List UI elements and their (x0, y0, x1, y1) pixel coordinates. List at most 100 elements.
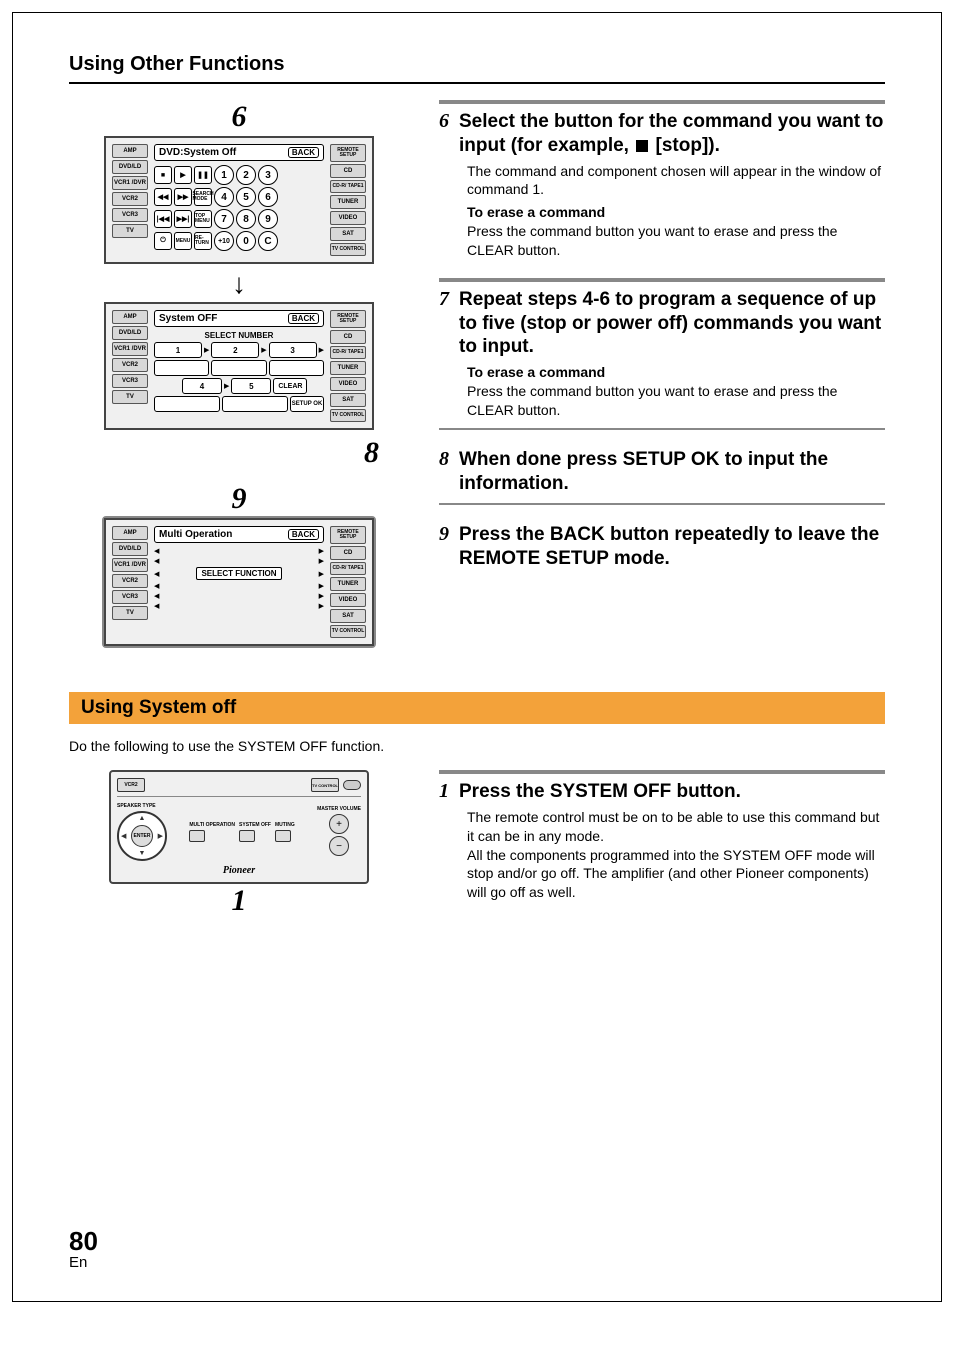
seq-slot: 5 (231, 378, 271, 394)
seq-slot (269, 360, 324, 376)
numpad-button: 6 (258, 187, 278, 207)
seq-slot (211, 360, 266, 376)
side-button: VCR1 /DVR (112, 558, 148, 572)
side-button: TV CONTROL (330, 243, 366, 256)
step-body-text: The command and component chosen will ap… (467, 162, 885, 200)
step-body-text: Press the command button you want to era… (467, 382, 885, 420)
side-button: VCR3 (112, 208, 148, 222)
step-body-text: The remote control must be on to be able… (467, 808, 885, 846)
side-button: DVD/LD (112, 160, 148, 174)
seq-slot (222, 396, 288, 412)
side-button: TV CONTROL (330, 409, 366, 422)
diagram-column-2: VCR2 TV CONTROL SPEAKER TYPE ▲ ▼ ◀ (69, 770, 409, 920)
dpad: ▲ ▼ ◀ ▶ ENTER (117, 811, 167, 861)
manual-page: Using Other Functions 6 AMP DVD/LD VCR1 … (12, 12, 942, 1302)
power-icon: ⏻ (154, 232, 172, 250)
seq-slot (154, 396, 220, 412)
lcd-title: System OFF (159, 313, 217, 324)
section-using-system-off: Using System off Do the following to use… (69, 692, 885, 920)
step-body-text: All the components programmed into the S… (467, 846, 885, 903)
brand-label: Pioneer (117, 865, 361, 876)
numpad-button: 8 (236, 209, 256, 229)
lcd-title: DVD:System Off (159, 147, 236, 158)
remote-bottom-diagram: VCR2 TV CONTROL SPEAKER TYPE ▲ ▼ ◀ (109, 770, 369, 884)
side-button: CD (330, 546, 366, 560)
side-button: VCR2 (112, 192, 148, 206)
side-button: VCR2 (112, 574, 148, 588)
side-button: VCR1 /DVR (112, 176, 148, 190)
top-menu-button: TOP MENU (194, 210, 212, 228)
callout-1: 1 (69, 884, 409, 918)
button-label: MULTI OPERATION (189, 823, 235, 828)
step-title: Press the SYSTEM OFF button. (459, 780, 741, 804)
step-9: 9 Press the BACK button repeatedly to le… (439, 523, 885, 571)
side-button: VIDEO (330, 211, 366, 225)
numpad-button: 7 (214, 209, 234, 229)
side-button: CD-R/ TAPE1 (330, 346, 366, 359)
lcd-title: Multi Operation (159, 529, 232, 540)
return-button: RE- TURN (194, 232, 212, 250)
step-number: 6 (439, 110, 449, 132)
step-title: Repeat steps 4-6 to program a sequence o… (459, 288, 885, 359)
arrow-right-icon (319, 602, 324, 610)
step-number: 1 (439, 780, 449, 802)
callout-9: 9 (69, 482, 409, 516)
numpad-button: 5 (236, 187, 256, 207)
menu-button: MENU (174, 232, 192, 250)
step-body-text: Press the command button you want to era… (467, 222, 885, 260)
dpad-left-icon: ◀ (121, 832, 126, 840)
remote-diagram-2: AMP DVD/LD VCR1 /DVR VCR2 VCR3 TV System… (104, 302, 374, 430)
system-off-button (239, 830, 255, 842)
side-button: VCR3 (112, 590, 148, 604)
dpad-enter: ENTER (131, 825, 153, 847)
arrow-down-icon: ↓ (69, 270, 409, 298)
side-button: SAT (330, 227, 366, 241)
seq-slot (154, 360, 209, 376)
lcd-screen: Multi Operation BACK (154, 526, 324, 543)
select-function-label: SELECT FUNCTION (196, 567, 281, 580)
dpad-down-icon: ▼ (139, 850, 146, 857)
page-number: 80 (69, 1228, 98, 1254)
step-8: 8 When done press SETUP OK to input the … (439, 448, 885, 506)
side-button: SAT (330, 393, 366, 407)
step-number: 9 (439, 523, 449, 545)
numpad-button: 9 (258, 209, 278, 229)
volume-down-button: − (329, 836, 349, 856)
step-subheading: To erase a command (467, 203, 885, 222)
back-button: BACK (288, 313, 319, 324)
side-button: VIDEO (330, 377, 366, 391)
arrow-right-icon (319, 592, 324, 600)
side-button: TUNER (330, 361, 366, 375)
side-button: AMP (112, 310, 148, 324)
page-language: En (69, 1254, 98, 1271)
volume-up-button: + (329, 814, 349, 834)
fastforward-icon: ▶▶ (174, 188, 192, 206)
step-title: Select the button for the command you wa… (459, 110, 885, 158)
step-6: 6 Select the button for the command you … (439, 100, 885, 260)
page-header: Using Other Functions (69, 53, 885, 84)
side-button: DVD/LD (112, 542, 148, 556)
arrow-right-icon (319, 547, 324, 555)
numpad-button: 2 (236, 165, 256, 185)
step-title: Press the BACK button repeatedly to leav… (459, 523, 885, 571)
lcd-screen: DVD:System Off BACK (154, 144, 324, 161)
next-icon: ▶▶| (174, 210, 192, 228)
select-number-label: SELECT NUMBER (154, 331, 324, 340)
dpad-up-icon: ▲ (139, 815, 146, 822)
clear-button: CLEAR (273, 378, 307, 394)
step-number: 8 (439, 448, 449, 470)
numpad-button: C (258, 231, 278, 251)
setup-ok-button: SETUP OK (290, 396, 324, 412)
search-mode-button: SEARCH MODE (194, 188, 212, 206)
dpad-right-icon: ▶ (158, 832, 163, 840)
rewind-icon: ◀◀ (154, 188, 172, 206)
back-button: BACK (288, 147, 319, 158)
side-button: AMP (112, 526, 148, 540)
remote-diagram-3: AMP DVD/LD VCR1 /DVR VCR2 VCR3 TV Multi … (104, 518, 374, 646)
side-button: VCR2 (112, 358, 148, 372)
side-button: TUNER (330, 195, 366, 209)
lcd-screen: System OFF BACK (154, 310, 324, 327)
numpad-button: 4 (214, 187, 234, 207)
callout-6: 6 (69, 100, 409, 134)
side-button: SAT (330, 609, 366, 623)
